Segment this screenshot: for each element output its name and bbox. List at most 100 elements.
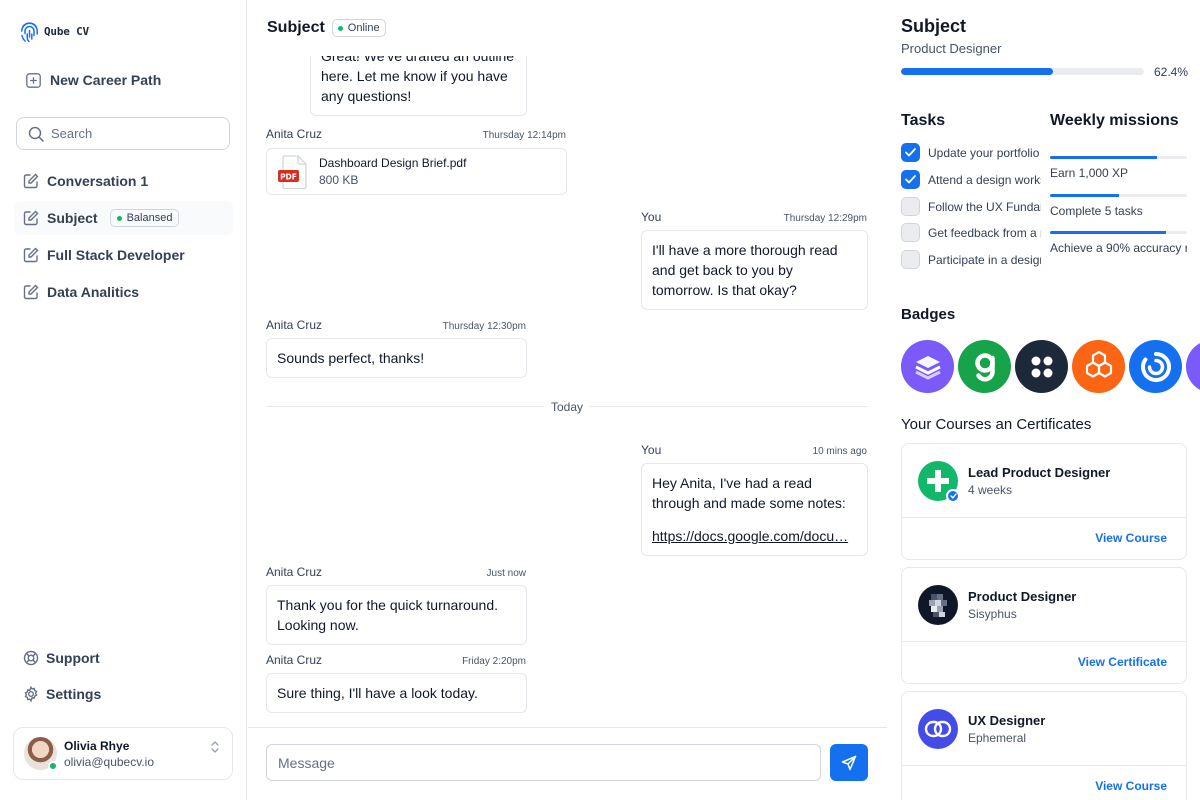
view-course-link[interactable]: View Course: [1095, 779, 1167, 793]
check-icon: [905, 148, 916, 157]
dots-badge-icon[interactable]: [1015, 340, 1068, 393]
task-checkbox[interactable]: [901, 223, 920, 242]
message-input[interactable]: [266, 744, 821, 781]
chevron-up-down-icon[interactable]: [210, 740, 220, 754]
sidebar-item-label: Full Stack Developer: [47, 247, 185, 263]
message-link[interactable]: https://docs.google.com/docu…: [652, 528, 848, 544]
task-checkbox[interactable]: [901, 250, 920, 269]
message-composer: [248, 727, 887, 800]
search-input[interactable]: [51, 126, 211, 141]
file-attachment[interactable]: PDF Dashboard Design Brief.pdf 800 KB: [266, 148, 567, 195]
user-email: olivia@qubecv.io: [64, 754, 155, 769]
message-bubble: Sounds perfect, thanks!: [266, 338, 527, 378]
badges-row: [901, 340, 1200, 393]
mission-item: Achieve a 90% accuracy rate: [1050, 231, 1187, 255]
mission-progress-bar: [1050, 231, 1187, 234]
message-time: Thursday 12:29pm: [783, 213, 867, 224]
new-career-path-label: New Career Path: [50, 72, 162, 88]
pixel-course-icon: [918, 584, 958, 625]
message-time: Thursday 12:30pm: [442, 321, 526, 332]
g-badge-icon[interactable]: [958, 340, 1011, 393]
message-text: Great! We've drafted an outline here. Le…: [321, 48, 515, 104]
edit-icon: [23, 173, 39, 189]
settings-link[interactable]: Settings: [23, 686, 101, 702]
logo[interactable]: Qube CV: [20, 20, 89, 43]
course-card: Lead Product Designer 4 weeks View Cours…: [901, 443, 1187, 560]
message-sender: You: [641, 443, 662, 457]
message-meta: You 10 mins ago: [641, 443, 867, 457]
new-career-path-button[interactable]: New Career Path: [26, 72, 161, 88]
message-text: Hey Anita, I've had a read through and m…: [652, 475, 846, 511]
message-meta: Anita Cruz Friday 2:20pm: [266, 653, 526, 667]
chat-header: Subject Online: [248, 0, 887, 56]
send-button[interactable]: [830, 744, 868, 781]
course-name: UX Designer: [968, 712, 1046, 728]
online-status-dot: [48, 761, 58, 771]
course-card: UX Designer Ephemeral View Course: [901, 691, 1187, 800]
date-divider-label: Today: [544, 400, 591, 414]
chat-title: Subject: [267, 19, 325, 36]
view-course-link[interactable]: View Course: [1095, 531, 1167, 545]
message-time: Friday 2:20pm: [462, 656, 526, 667]
edit-icon: [23, 247, 39, 263]
mission-item: Earn 1,000 XP: [1050, 156, 1187, 180]
orbit-badge-icon[interactable]: [1186, 340, 1200, 393]
message-bubble: Sure thing, I'll have a look today.: [266, 673, 527, 713]
task-item[interactable]: Participate in a design challenge: [901, 250, 1041, 269]
message-meta: Anita Cruz Thursday 12:30pm: [266, 318, 526, 332]
fingerprint-logo-icon: [20, 20, 39, 43]
verified-icon: [946, 488, 960, 503]
course-subtitle: Ephemeral: [968, 730, 1027, 745]
badges-title: Badges: [901, 306, 956, 323]
edit-icon: [23, 210, 39, 226]
mission-progress-bar: [1050, 194, 1187, 197]
plus-course-icon: [918, 460, 960, 503]
task-label: Attend a design workshop: [928, 172, 1041, 187]
sidebar-item-full-stack-developer[interactable]: Full Stack Developer: [14, 238, 233, 272]
sidebar-item-label: Subject: [47, 210, 98, 226]
progress-bar: [901, 68, 1144, 75]
task-checkbox[interactable]: [901, 197, 920, 216]
message-text: Sure thing, I'll have a look today.: [277, 685, 478, 701]
message-text: I'll have a more thorough read and get b…: [652, 242, 838, 298]
user-account-card[interactable]: Olivia Rhye olivia@qubecv.io: [13, 727, 233, 780]
message-sender: Anita Cruz: [266, 653, 323, 667]
progress-label: 62.4%: [1154, 65, 1189, 79]
message-meta: Anita Cruz Thursday 12:14pm: [266, 127, 566, 141]
user-name: Olivia Rhye: [64, 738, 130, 753]
task-item[interactable]: Update your portfolio: [901, 143, 1041, 162]
sidebar-item-data-analitics[interactable]: Data Analitics: [14, 275, 233, 309]
mission-progress-fill: [1050, 156, 1157, 159]
message-bubble: Thank you for the quick turnaround. Look…: [266, 585, 527, 645]
life-buoy-icon: [23, 650, 39, 666]
message-sender: Anita Cruz: [266, 127, 323, 141]
message-sender: You: [641, 210, 662, 224]
layers-badge-icon[interactable]: [901, 340, 954, 393]
file-name: Dashboard Design Brief.pdf: [319, 156, 467, 170]
sidebar-item-conversation-1[interactable]: Conversation 1: [14, 164, 233, 198]
tasks-title: Tasks: [901, 112, 946, 129]
avatar: [24, 737, 58, 771]
cube-badge-icon[interactable]: [1072, 340, 1125, 393]
ring-badge-icon[interactable]: [1129, 340, 1182, 393]
search-icon: [28, 126, 44, 142]
task-checkbox-checked[interactable]: [901, 143, 920, 162]
course-subtitle: Sisyphus: [968, 606, 1017, 621]
sidebar-item-label: Data Analitics: [47, 284, 140, 300]
message-bubble: Hey Anita, I've had a read through and m…: [641, 463, 868, 556]
task-item[interactable]: Get feedback from a mentor: [901, 223, 1041, 242]
search-box[interactable]: [16, 117, 230, 150]
online-dot: [337, 25, 343, 31]
task-label: Get feedback from a mentor: [928, 225, 1041, 240]
task-item[interactable]: Attend a design workshop: [901, 170, 1041, 189]
panel-title: Subject: [901, 16, 967, 36]
edit-icon: [23, 284, 39, 300]
settings-label: Settings: [46, 686, 102, 702]
status-dot: [116, 215, 122, 221]
support-link[interactable]: Support: [23, 650, 100, 666]
view-certificate-link[interactable]: View Certificate: [1078, 655, 1167, 669]
task-checkbox-checked[interactable]: [901, 170, 920, 189]
online-badge: Online: [331, 19, 386, 37]
task-item[interactable]: Follow the UX Fundamentals: [901, 197, 1041, 216]
sidebar-item-subject[interactable]: Subject Balansed: [14, 201, 233, 235]
